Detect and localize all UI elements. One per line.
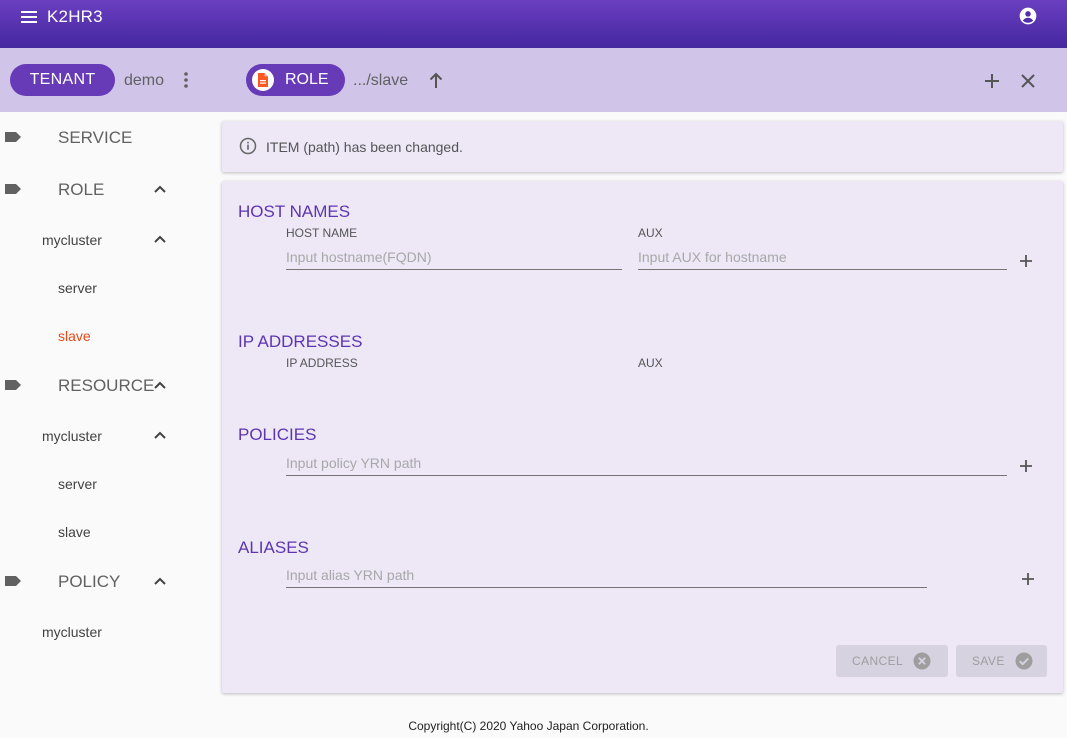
- close-icon[interactable]: [1020, 73, 1036, 89]
- sidebar-item-resource-slave[interactable]: slave: [0, 512, 212, 552]
- ip-addresses-title: IP ADDRESSES: [238, 332, 363, 351]
- sidebar-item-role-mycluster[interactable]: mycluster: [0, 220, 212, 260]
- cancel-button-label: CANCEL: [852, 654, 904, 668]
- save-button[interactable]: SAVE: [956, 645, 1047, 677]
- sidebar: SERVICE ROLE mycluster server slave RESO…: [0, 112, 212, 692]
- sidebar-item-label: mycluster: [42, 624, 102, 640]
- role-chip[interactable]: ROLE: [246, 64, 345, 96]
- aliases-title: ALIASES: [238, 538, 309, 557]
- app-title: K2HR3: [47, 7, 103, 26]
- policy-input[interactable]: [286, 450, 1007, 476]
- info-banner: ITEM (path) has been changed.: [222, 121, 1063, 172]
- ip-aux-label: AUX: [638, 356, 663, 370]
- alias-input[interactable]: [286, 562, 927, 588]
- label-icon: [5, 576, 21, 586]
- sidebar-item-role[interactable]: ROLE: [0, 170, 212, 210]
- host-aux-label: AUX: [638, 226, 663, 240]
- cancel-circle-icon: [913, 652, 931, 670]
- more-vert-icon[interactable]: [177, 70, 195, 90]
- chevron-up-icon[interactable]: [153, 184, 167, 194]
- tenant-chip[interactable]: TENANT: [10, 64, 115, 96]
- chevron-up-icon[interactable]: [153, 380, 167, 390]
- chevron-up-icon[interactable]: [153, 430, 167, 440]
- arrow-up-icon[interactable]: [428, 72, 444, 89]
- chevron-up-icon[interactable]: [153, 234, 167, 244]
- cancel-button[interactable]: CANCEL: [836, 645, 948, 677]
- footer-copyright: Copyright(C) 2020 Yahoo Japan Corporatio…: [408, 719, 649, 733]
- label-icon: [5, 184, 21, 194]
- document-icon: [252, 69, 274, 91]
- tenant-chip-label: TENANT: [29, 71, 96, 88]
- role-form-card: HOST NAMES HOST NAME AUX IP ADDRESSES IP…: [222, 181, 1063, 693]
- sidebar-item-policy[interactable]: POLICY: [0, 562, 212, 602]
- sidebar-item-label: slave: [58, 524, 91, 540]
- sidebar-item-label: ROLE: [58, 180, 105, 199]
- sidebar-item-role-slave[interactable]: slave: [0, 316, 212, 356]
- host-names-title: HOST NAMES: [238, 202, 351, 221]
- host-aux-input[interactable]: [638, 244, 1007, 270]
- add-policy-icon[interactable]: [1019, 459, 1033, 473]
- save-button-label: SAVE: [972, 654, 1005, 668]
- ip-address-label: IP ADDRESS: [286, 356, 358, 370]
- role-chip-label: ROLE: [285, 71, 329, 88]
- add-alias-icon[interactable]: [1021, 572, 1035, 586]
- banner-message: ITEM (path) has been changed.: [266, 139, 463, 155]
- host-name-label: HOST NAME: [286, 226, 358, 240]
- sidebar-item-label: server: [58, 476, 97, 492]
- sidebar-item-label: SERVICE: [58, 128, 133, 147]
- info-icon: [239, 137, 257, 155]
- sidebar-item-policy-mycluster[interactable]: mycluster: [0, 612, 212, 652]
- sidebar-item-label: server: [58, 280, 97, 296]
- sidebar-item-label: slave: [58, 328, 91, 344]
- sidebar-item-role-server[interactable]: server: [0, 268, 212, 308]
- app-bar: K2HR3: [0, 0, 1067, 48]
- menu-icon[interactable]: [19, 8, 39, 26]
- sidebar-item-label: POLICY: [58, 572, 121, 591]
- sidebar-item-resource-mycluster[interactable]: mycluster: [0, 416, 212, 456]
- tenant-name: demo: [124, 72, 165, 89]
- sidebar-item-resource[interactable]: RESOURCE: [0, 366, 212, 406]
- label-icon: [5, 380, 21, 390]
- add-icon[interactable]: [984, 73, 1000, 89]
- toolbar: TENANT demo ROLE .../slave: [0, 48, 1067, 112]
- account-circle-icon[interactable]: [1018, 6, 1038, 26]
- sidebar-item-label: RESOURCE: [58, 376, 155, 395]
- add-hostname-icon[interactable]: [1019, 254, 1033, 268]
- policies-title: POLICIES: [238, 425, 317, 444]
- sidebar-item-resource-server[interactable]: server: [0, 464, 212, 504]
- check-circle-icon: [1015, 652, 1033, 670]
- breadcrumb-path: .../slave: [353, 72, 409, 89]
- sidebar-item-service[interactable]: SERVICE: [0, 118, 212, 158]
- label-icon: [5, 132, 21, 142]
- sidebar-item-label: mycluster: [42, 428, 102, 444]
- hostname-input[interactable]: [286, 244, 622, 270]
- chevron-up-icon[interactable]: [153, 576, 167, 586]
- sidebar-item-label: mycluster: [42, 232, 102, 248]
